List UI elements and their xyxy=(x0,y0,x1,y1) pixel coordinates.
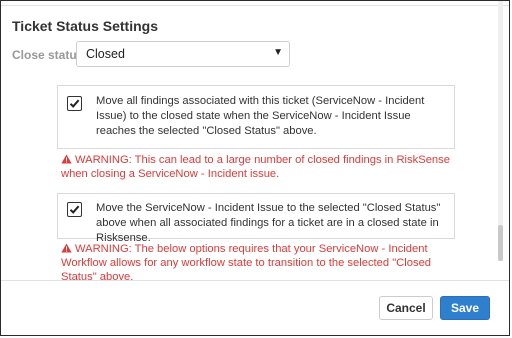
cancel-button[interactable]: Cancel xyxy=(379,296,433,320)
move-findings-checkbox[interactable] xyxy=(67,96,82,111)
footer-divider xyxy=(1,280,509,281)
move-findings-warning-text: WARNING: This can lead to a large number… xyxy=(61,154,450,180)
move-ticket-warning: WARNING: The below options requires that… xyxy=(61,242,461,284)
close-status-select[interactable]: Closed ▼ xyxy=(76,41,290,67)
top-divider xyxy=(1,5,509,6)
checkmark-icon xyxy=(69,99,80,108)
move-ticket-checkbox[interactable] xyxy=(67,202,82,217)
option-move-findings: Move all findings associated with this t… xyxy=(57,85,455,149)
warning-triangle-icon xyxy=(61,243,72,253)
ticket-status-dialog: Ticket Status Settings Close status: Clo… xyxy=(0,0,510,336)
move-ticket-warning-text: WARNING: The below options requires that… xyxy=(61,243,432,283)
caret-down-icon: ▼ xyxy=(273,47,283,58)
move-findings-warning: WARNING: This can lead to a large number… xyxy=(61,153,461,181)
option-move-ticket: Move the ServiceNow - Incident Issue to … xyxy=(57,193,455,244)
checkmark-icon xyxy=(69,205,80,214)
dialog-title: Ticket Status Settings xyxy=(12,18,159,34)
move-findings-text: Move all findings associated with this t… xyxy=(96,95,425,137)
scrollbar-track[interactable] xyxy=(498,1,503,261)
scrollbar-thumb[interactable] xyxy=(498,225,503,261)
move-ticket-text: Move the ServiceNow - Incident Issue to … xyxy=(96,202,441,244)
save-button[interactable]: Save xyxy=(440,296,490,320)
close-status-value: Closed xyxy=(86,47,125,61)
warning-triangle-icon xyxy=(61,154,72,164)
